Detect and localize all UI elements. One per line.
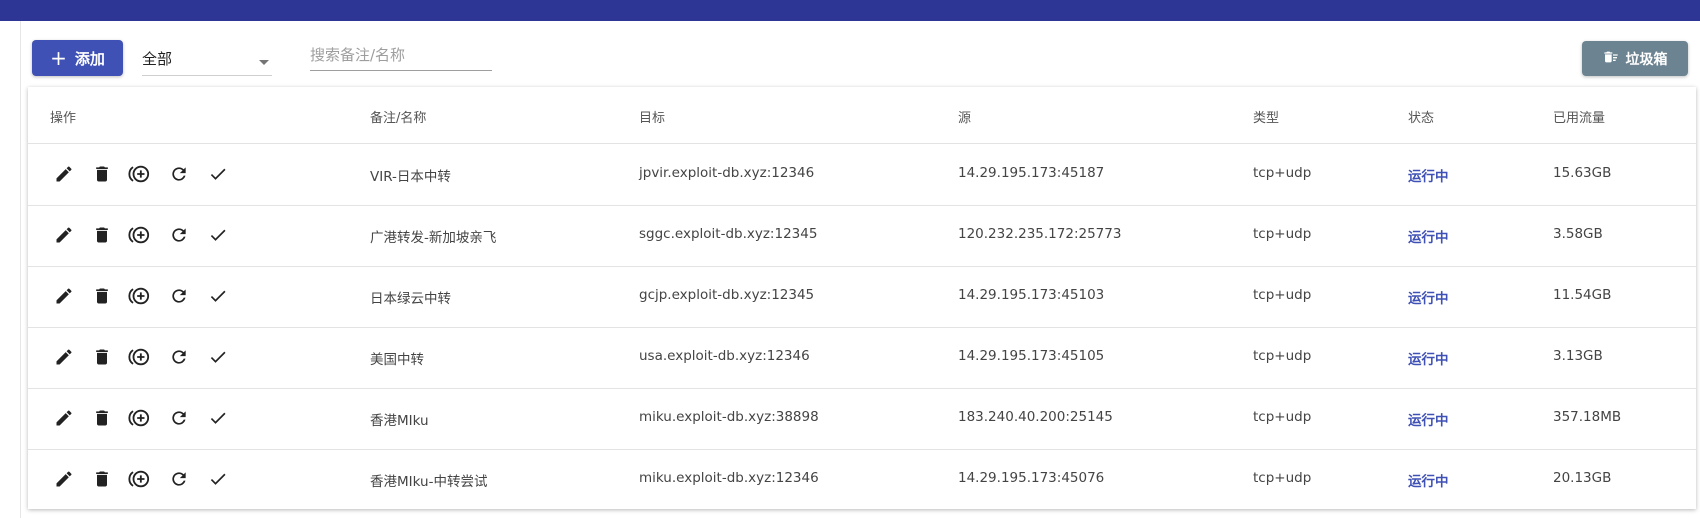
- refresh-icon[interactable]: [166, 344, 192, 370]
- add-circle-icon[interactable]: [126, 466, 152, 492]
- header-target: 目标: [639, 111, 666, 126]
- add-circle-icon[interactable]: [126, 344, 152, 370]
- search-input[interactable]: [310, 40, 492, 71]
- cell-name: VIR-日本中转: [370, 169, 451, 185]
- add-button-label: 添加: [74, 49, 105, 68]
- trash-button[interactable]: 垃圾箱: [1582, 41, 1688, 76]
- forwarding-rules-table: 操作 备注/名称 目标 源 类型 状态 已用流量 VIR-日本中转 jpvir.exploit…: [28, 87, 1696, 509]
- cell-target: sggc.exploit-db.xyz:12345: [639, 226, 818, 242]
- cell-source: 183.240.40.200:25145: [958, 409, 1113, 425]
- table-row: 美国中转 usa.exploit-db.xyz:12346 14.29.195.17…: [28, 327, 1696, 389]
- delete-icon[interactable]: [89, 344, 115, 370]
- check-icon[interactable]: [205, 405, 231, 431]
- status-badge: 运行中: [1408, 352, 1449, 368]
- edit-icon[interactable]: [51, 405, 77, 431]
- table-row: 日本绿云中转 gcjp.exploit-db.xyz:12345 14.29.195…: [28, 266, 1696, 328]
- cell-name: 香港MIku-中转尝试: [370, 474, 488, 490]
- table-row: 广港转发-新加坡亲飞 sggc.exploit-db.xyz:12345 120.2…: [28, 205, 1696, 267]
- status-badge: 运行中: [1408, 413, 1449, 429]
- add-circle-icon[interactable]: [126, 161, 152, 187]
- refresh-icon[interactable]: [166, 283, 192, 309]
- delete-icon[interactable]: [89, 161, 115, 187]
- add-circle-icon[interactable]: [126, 222, 152, 248]
- cell-name: 日本绿云中转: [370, 291, 451, 307]
- cell-type: tcp+udp: [1253, 470, 1312, 486]
- filter-select-value: 全部: [142, 50, 173, 68]
- table-header: 操作 备注/名称 目标 源 类型 状态 已用流量: [28, 87, 1696, 144]
- edit-icon[interactable]: [51, 466, 77, 492]
- cell-source: 14.29.195.173:45105: [958, 348, 1105, 364]
- cell-name: 广港转发-新加坡亲飞: [370, 230, 497, 246]
- refresh-icon[interactable]: [166, 405, 192, 431]
- cell-traffic: 357.18MB: [1553, 409, 1622, 425]
- delete-icon[interactable]: [89, 405, 115, 431]
- check-icon[interactable]: [205, 466, 231, 492]
- cell-source: 14.29.195.173:45187: [958, 165, 1105, 181]
- header-traffic: 已用流量: [1553, 111, 1606, 126]
- header-name: 备注/名称: [370, 111, 427, 126]
- top-app-bar: [0, 0, 1700, 21]
- cell-source: 120.232.235.172:25773: [958, 226, 1122, 242]
- header-type: 类型: [1253, 111, 1280, 126]
- cell-name: 香港MIku: [370, 413, 429, 429]
- delete-icon[interactable]: [89, 466, 115, 492]
- check-icon[interactable]: [205, 222, 231, 248]
- header-actions: 操作: [50, 111, 77, 126]
- cell-traffic: 11.54GB: [1553, 287, 1612, 303]
- table-row: VIR-日本中转 jpvir.exploit-db.xyz:12346 14.29.…: [28, 144, 1696, 206]
- check-icon[interactable]: [205, 161, 231, 187]
- status-badge: 运行中: [1408, 230, 1449, 246]
- cell-type: tcp+udp: [1253, 409, 1312, 425]
- cell-target: miku.exploit-db.xyz:38898: [639, 409, 819, 425]
- cell-type: tcp+udp: [1253, 165, 1312, 181]
- cell-target: gcjp.exploit-db.xyz:12345: [639, 287, 815, 303]
- add-circle-icon[interactable]: [126, 283, 152, 309]
- cell-type: tcp+udp: [1253, 226, 1312, 242]
- status-badge: 运行中: [1408, 291, 1449, 307]
- table-row: 香港MIku-中转尝试 miku.exploit-db.xyz:12346 14.2…: [28, 449, 1696, 510]
- cell-name: 美国中转: [370, 352, 424, 368]
- header-source: 源: [958, 111, 972, 126]
- add-button[interactable]: + 添加: [32, 40, 123, 76]
- status-badge: 运行中: [1408, 474, 1449, 490]
- edit-icon[interactable]: [51, 222, 77, 248]
- cell-source: 14.29.195.173:45103: [958, 287, 1105, 303]
- sidebar-divider: [20, 21, 21, 518]
- cell-target: usa.exploit-db.xyz:12346: [639, 348, 810, 364]
- header-status: 状态: [1408, 111, 1435, 126]
- cell-traffic: 15.63GB: [1553, 165, 1612, 181]
- edit-icon[interactable]: [51, 161, 77, 187]
- delete-icon[interactable]: [89, 222, 115, 248]
- check-icon[interactable]: [205, 283, 231, 309]
- cell-type: tcp+udp: [1253, 287, 1312, 303]
- edit-icon[interactable]: [51, 283, 77, 309]
- table-row: 香港MIku miku.exploit-db.xyz:38898 183.240.4…: [28, 388, 1696, 450]
- refresh-icon[interactable]: [166, 161, 192, 187]
- filter-select[interactable]: 全部: [142, 43, 272, 76]
- status-badge: 运行中: [1408, 169, 1449, 185]
- refresh-icon[interactable]: [166, 466, 192, 492]
- check-icon[interactable]: [205, 344, 231, 370]
- cell-target: miku.exploit-db.xyz:12346: [639, 470, 819, 486]
- dropdown-arrow-icon: [258, 53, 270, 71]
- cell-traffic: 3.13GB: [1553, 348, 1603, 364]
- plus-icon: +: [50, 46, 67, 70]
- cell-traffic: 20.13GB: [1553, 470, 1612, 486]
- cell-type: tcp+udp: [1253, 348, 1312, 364]
- cell-target: jpvir.exploit-db.xyz:12346: [639, 165, 815, 181]
- cell-traffic: 3.58GB: [1553, 226, 1603, 242]
- add-circle-icon[interactable]: [126, 405, 152, 431]
- trash-icon: [1603, 49, 1619, 69]
- delete-icon[interactable]: [89, 283, 115, 309]
- cell-source: 14.29.195.173:45076: [958, 470, 1105, 486]
- trash-button-label: 垃圾箱: [1625, 51, 1668, 68]
- refresh-icon[interactable]: [166, 222, 192, 248]
- edit-icon[interactable]: [51, 344, 77, 370]
